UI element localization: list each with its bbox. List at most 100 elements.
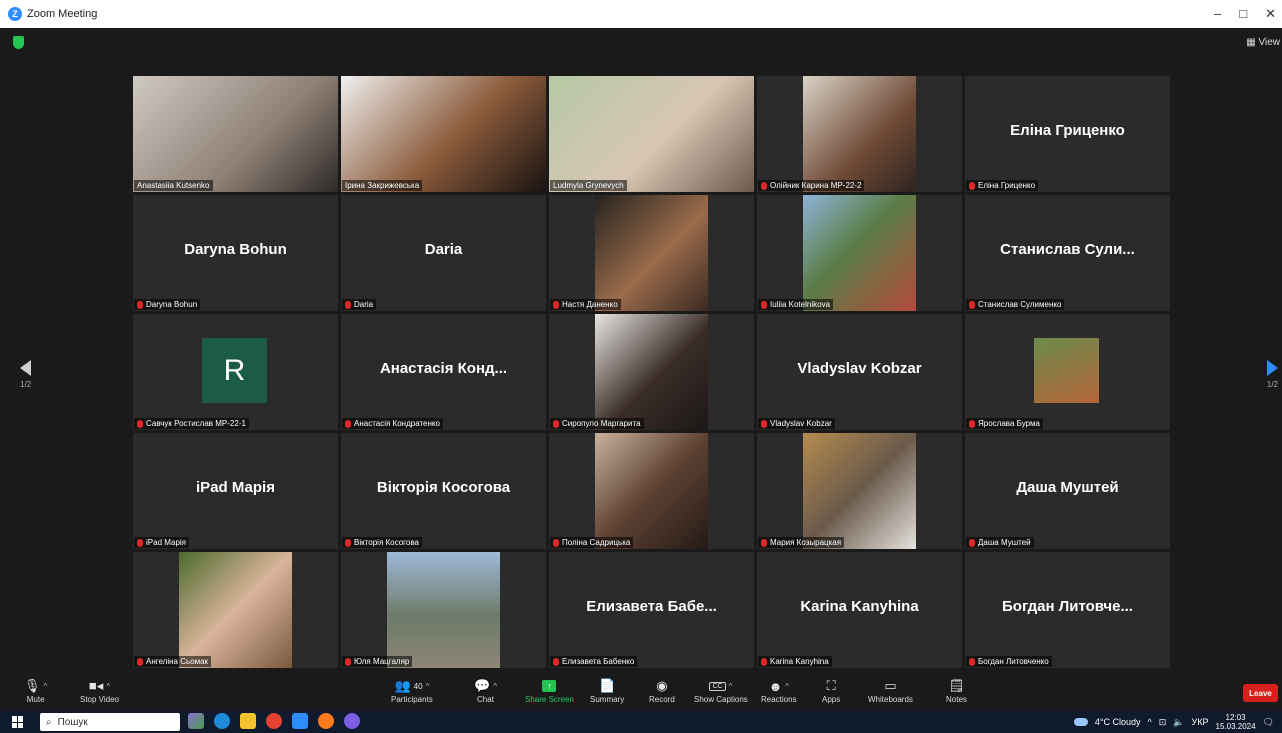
page-indicator-left: 1/2: [20, 380, 32, 389]
firefox-browser-icon[interactable]: [318, 713, 334, 729]
participant-name: Анастасія Кондратенко: [354, 419, 440, 428]
chat-label: Chat: [477, 695, 494, 704]
news-widget-icon[interactable]: [188, 713, 204, 729]
participant-tile[interactable]: Даша Муштей Даша Муштей: [965, 433, 1170, 549]
participant-tile[interactable]: Ірина Закрижевська: [341, 76, 546, 192]
participant-tile[interactable]: Юля Мацгаляр: [341, 552, 546, 668]
apps-button[interactable]: ⛶ Apps: [822, 677, 840, 704]
participant-name-label: Karina Kanyhina: [758, 656, 832, 667]
participant-tile[interactable]: R Савчук Ростислав МР-22-1: [133, 314, 338, 430]
chat-button[interactable]: 💬 ^ Chat: [474, 677, 497, 704]
next-page-button[interactable]: 1/2: [1266, 360, 1278, 389]
windows-start-icon[interactable]: [12, 716, 24, 728]
system-tray: 4°C Cloudy ^ ⊡ 🔈 УКР 12:03 15.03.2024 🗨: [1073, 713, 1274, 731]
participant-tile[interactable]: Daryna Bohun Daryna Bohun: [133, 195, 338, 311]
viber-app-icon[interactable]: [344, 713, 360, 729]
participant-name: Юля Мацгаляр: [354, 657, 410, 666]
participant-tile[interactable]: Настя Даненко: [549, 195, 754, 311]
show-captions-button[interactable]: CC ^ Show Captions: [694, 677, 748, 704]
participant-video: [341, 76, 546, 192]
leave-button[interactable]: Leave: [1243, 684, 1278, 702]
language-indicator[interactable]: УКР: [1192, 717, 1209, 727]
chevron-up-icon[interactable]: ^: [44, 682, 48, 691]
participant-name: Ірина Закрижевська: [345, 181, 420, 190]
participant-tile[interactable]: Iuliia Kotelnikova: [757, 195, 962, 311]
participant-name-label: Юля Мацгаляр: [342, 656, 413, 667]
reactions-button[interactable]: ☻ ^ Reactions: [761, 677, 797, 705]
edge-browser-icon[interactable]: [214, 713, 230, 729]
participant-tile[interactable]: iPad Марія iPad Марія: [133, 433, 338, 549]
participant-tile[interactable]: Anastasiia Kutsenko: [133, 76, 338, 192]
taskbar-apps: [188, 713, 360, 729]
encryption-shield-icon[interactable]: [13, 36, 24, 49]
muted-microphone-icon: [761, 181, 767, 190]
participant-name-label: Савчук Ростислав МР-22-1: [134, 418, 249, 429]
taskbar-clock[interactable]: 12:03 15.03.2024: [1216, 713, 1256, 731]
arrow-left-icon: [20, 360, 31, 376]
participant-tile[interactable]: Ангеліна Сьомак: [133, 552, 338, 668]
speaker-icon[interactable]: 🔈: [1173, 717, 1184, 728]
participant-tile[interactable]: Станислав Сули... Станислав Сулименко: [965, 195, 1170, 311]
weather-cloud-icon: [1073, 718, 1088, 726]
restore-button[interactable]: □: [1239, 6, 1247, 22]
participant-display-name: Еліна Гриценко: [1010, 122, 1125, 139]
chevron-up-icon[interactable]: ^: [1148, 717, 1152, 727]
participant-tile[interactable]: Поліна Садрицька: [549, 433, 754, 549]
mute-label: Mute: [26, 695, 45, 704]
participant-video: [803, 433, 916, 549]
chevron-up-icon[interactable]: ^: [106, 682, 110, 691]
summary-button[interactable]: 📄 Summary: [590, 677, 624, 704]
mute-button[interactable]: 🎙 ^ Mute: [24, 677, 47, 704]
participant-tile[interactable]: Олійник Карина МР-22-2: [757, 76, 962, 192]
close-button[interactable]: ✕: [1265, 6, 1276, 22]
notifications-icon[interactable]: 🗨: [1263, 717, 1274, 728]
view-button[interactable]: ▦ View: [1246, 37, 1280, 48]
muted-microphone-icon: [553, 657, 559, 666]
participant-tile[interactable]: Karina Kanyhina Karina Kanyhina: [757, 552, 962, 668]
notes-button[interactable]: 🗒 Notes: [946, 677, 967, 704]
participant-tile[interactable]: Vladyslav Kobzar Vladyslav Kobzar: [757, 314, 962, 430]
arrow-right-icon: [1266, 360, 1278, 376]
record-button[interactable]: ◉ Record: [649, 677, 675, 704]
participant-video: [387, 552, 500, 668]
participant-tile[interactable]: Сиропуло Маргарита: [549, 314, 754, 430]
participant-tile[interactable]: Анастасія Конд... Анастасія Кондратенко: [341, 314, 546, 430]
participant-tile[interactable]: Елизавета Бабе... Елизавета Бабенко: [549, 552, 754, 668]
participant-tile[interactable]: Ярослава Бурма: [965, 314, 1170, 430]
chevron-up-icon[interactable]: ^: [729, 682, 733, 691]
zoom-app-icon[interactable]: [292, 713, 308, 729]
participant-display-name: Даша Муштей: [1016, 479, 1119, 496]
network-icon[interactable]: ⊡: [1159, 717, 1167, 728]
show-captions-label: Show Captions: [694, 695, 748, 704]
share-screen-button[interactable]: ↑ Share Screen: [525, 677, 574, 704]
minimize-button[interactable]: –: [1214, 6, 1221, 22]
taskbar-search-input[interactable]: ⌕ Пошук: [40, 713, 180, 731]
participant-tile[interactable]: Вікторія Косогова Вікторія Косогова: [341, 433, 546, 549]
stop-video-button[interactable]: ■◂ ^ Stop Video: [80, 677, 119, 704]
participant-name: Елизавета Бабенко: [562, 657, 635, 666]
participant-tile[interactable]: Ludmyla Grynevych: [549, 76, 754, 192]
participant-video: [803, 76, 916, 192]
avatar: R: [202, 338, 267, 403]
participant-name: Ярослава Бурма: [978, 419, 1041, 428]
participants-label: Participants: [391, 695, 433, 704]
weather-text[interactable]: 4°C Cloudy: [1095, 717, 1141, 727]
participant-name: Iuliia Kotelnikova: [770, 300, 831, 309]
participants-button[interactable]: 👥 40 ^ Participants: [391, 677, 433, 704]
chevron-up-icon[interactable]: ^: [426, 682, 430, 691]
participant-tile[interactable]: Мария Козырацкая: [757, 433, 962, 549]
file-explorer-icon[interactable]: [240, 713, 256, 729]
participant-tile[interactable]: Богдан Литовче... Богдан Литовченко: [965, 552, 1170, 668]
participant-name-label: Еліна Гриценко: [966, 180, 1039, 191]
stop-video-label: Stop Video: [80, 695, 119, 704]
whiteboards-button[interactable]: ▭ Whiteboards: [868, 677, 913, 704]
apps-icon: ⛶: [826, 678, 836, 693]
search-icon: ⌕: [46, 716, 52, 728]
share-screen-label: Share Screen: [525, 695, 574, 704]
chevron-up-icon[interactable]: ^: [785, 682, 789, 691]
chevron-up-icon[interactable]: ^: [493, 682, 497, 691]
participant-tile[interactable]: Daria Daria: [341, 195, 546, 311]
participant-tile[interactable]: Еліна Гриценко Еліна Гриценко: [965, 76, 1170, 192]
previous-page-button[interactable]: 1/2: [20, 360, 31, 389]
chrome-browser-icon[interactable]: [266, 713, 282, 729]
